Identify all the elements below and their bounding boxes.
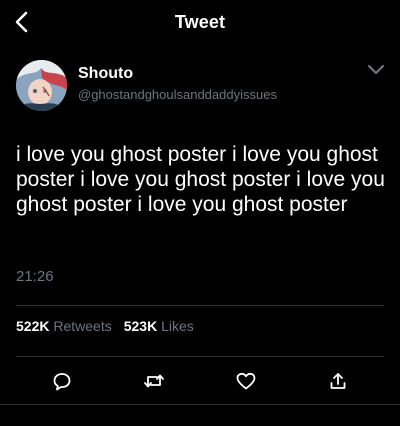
tweet-stats: 522K Retweets 523K Likes <box>16 318 194 334</box>
heart-icon <box>236 372 256 390</box>
page-title: Tweet <box>174 12 226 32</box>
tweet-actions <box>0 364 400 396</box>
author-handle: @ghostandghoulsanddaddyissues <box>78 87 277 102</box>
share-icon <box>330 373 346 389</box>
likes-count: 523K <box>123 318 158 334</box>
author-name[interactable]: Shouto <box>78 65 133 83</box>
share-button[interactable] <box>325 368 351 394</box>
retweet-icon <box>144 374 164 388</box>
divider <box>16 356 384 357</box>
divider <box>16 305 384 306</box>
reply-icon <box>53 373 71 391</box>
retweets-label: Retweets <box>53 318 112 334</box>
retweets-count: 522K <box>16 318 50 334</box>
likes-label: Likes <box>161 318 194 334</box>
chevron-down-icon <box>367 64 385 75</box>
divider <box>0 404 400 405</box>
tweet-timestamp: 21:26 <box>16 268 54 285</box>
tweet-text: i love you ghost poster i love you ghost… <box>16 143 385 216</box>
retweet-button[interactable] <box>141 368 167 394</box>
reply-button[interactable] <box>49 368 75 394</box>
more-options-button[interactable] <box>364 58 388 82</box>
retweets-stat[interactable]: 522K Retweets <box>16 318 112 334</box>
like-button[interactable] <box>233 368 259 394</box>
top-bar: Tweet <box>0 0 400 46</box>
likes-stat[interactable]: 523K Likes <box>124 318 194 334</box>
avatar[interactable] <box>16 60 67 111</box>
